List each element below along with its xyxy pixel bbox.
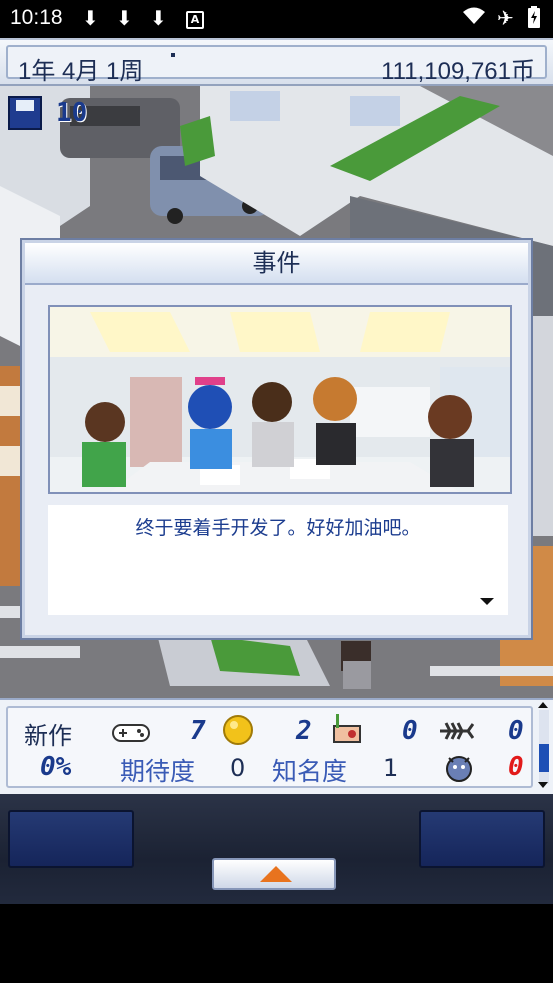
date-indicator-dot [171,53,175,57]
fish-count: 0 [508,716,524,746]
accessibility-icon: A [186,11,204,29]
event-illustration [48,305,512,494]
fame-label: 知名度 [272,757,348,786]
games-count: 7 [190,716,206,746]
coin-count: 2 [296,716,312,746]
stats-panel: 新作 7 2 0 0 0% 期待度 0 知名度 1 0 [0,698,553,794]
bug-icon [444,752,474,786]
expand-menu-button[interactable] [212,858,336,890]
left-menu-button[interactable] [8,810,134,868]
scroll-down-arrow-icon[interactable] [538,782,548,788]
clock: 10:18 [10,6,63,29]
fame-value: 1 [383,754,399,782]
research-count: 0 [402,716,418,746]
status-bar: 10:18 ⬇ ⬇ ⬇ A ✈ [0,0,553,38]
wifi-icon [463,6,485,31]
coin-icon [222,714,254,750]
money-display: 111,109,761币 [381,58,535,85]
new-game-label: 新作 [24,722,72,750]
gamepad-icon [112,722,150,748]
save-icon[interactable] [8,96,42,130]
download-icon: ⬇ [150,6,167,30]
dialog-title: 事件 [25,243,528,285]
expectation-label: 期待度 [120,757,196,786]
scroll-up-arrow-icon[interactable] [538,702,548,708]
game-date: 1年 4月 1周 [18,58,144,85]
continue-arrow-icon[interactable] [480,598,494,605]
download-icon: ⬇ [116,6,133,30]
dialog-message: 终于要着手开发了。好好加油吧。 [135,517,421,539]
event-dialog[interactable]: 事件 终于要着手开发了。好好加油吧。 [22,240,531,638]
meeting-room-illustration [50,307,510,492]
bottom-control-bar [0,794,553,904]
expectation-value: 0 [230,754,246,782]
save-count: 10 [56,98,88,128]
download-icon: ⬇ [82,6,99,30]
research-icon [330,712,364,750]
fish-bone-icon [438,718,475,748]
bug-count: 0 [508,752,524,782]
stats-scrollbar-thumb[interactable] [539,744,549,772]
battery-icon [528,6,540,33]
progress-percent: 0% [40,752,72,782]
top-info-bar: 1年 4月 1周 111,109,761币 [0,38,553,86]
airplane-mode-icon: ✈ [497,6,514,30]
dialog-message-box[interactable]: 终于要着手开发了。好好加油吧。 [48,505,508,615]
right-menu-button[interactable] [419,810,545,868]
up-arrow-icon [260,866,292,882]
